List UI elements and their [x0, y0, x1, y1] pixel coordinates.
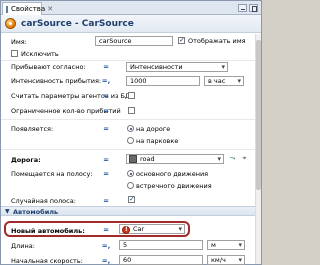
read-params-db-label: Считать параметры агентов из БД:: [11, 92, 133, 100]
appear-in-parking-label: на парковке: [136, 137, 179, 145]
object-title: carSource - CarSource: [21, 18, 134, 29]
select-road-icon[interactable]: ⌖: [240, 154, 249, 163]
length-label: Длина:: [11, 242, 35, 250]
create-road-icon[interactable]: ⤳: [228, 154, 237, 163]
properties-tab-icon: [6, 5, 8, 13]
appear-label: Появляется:: [11, 125, 54, 133]
length-unit-select[interactable]: м: [207, 240, 245, 250]
static-param-icon[interactable]: =: [101, 92, 111, 100]
static-param-icon[interactable]: =: [101, 125, 111, 133]
length-input[interactable]: 5: [119, 240, 203, 250]
vehicle-section-header[interactable]: ▼ Автомобиль: [1, 206, 261, 216]
name-label: Имя:: [11, 38, 27, 46]
arrivals-by-select[interactable]: Интенсивности: [126, 62, 228, 72]
maximize-button[interactable]: [249, 4, 258, 12]
arrivals-by-label: Прибывают согласно:: [11, 63, 86, 71]
arrival-rate-unit-select[interactable]: в час: [204, 76, 244, 86]
tab-properties[interactable]: Свойства ✕: [2, 2, 53, 15]
car-agent-icon: [122, 226, 130, 234]
show-name-checkbox[interactable]: [178, 36, 185, 44]
dynamic-param-icon[interactable]: =,: [101, 242, 111, 250]
appear-in-parking-radio[interactable]: [127, 137, 134, 144]
name-input[interactable]: carSource: [95, 36, 173, 46]
opposite-lane-label: встречного движения: [136, 182, 212, 190]
random-lane-checkbox[interactable]: [128, 195, 135, 203]
dynamic-param-icon[interactable]: =,: [101, 77, 111, 85]
random-lane-label: Случайная полоса:: [11, 197, 76, 205]
place-in-lane-label: Помещается на полосу:: [11, 170, 93, 178]
static-param-icon[interactable]: =: [101, 226, 111, 234]
collapse-arrow-icon[interactable]: ▼: [5, 208, 10, 215]
main-lane-label: основного движения: [136, 170, 209, 178]
road-label: Дорога:: [11, 156, 41, 164]
static-param-icon[interactable]: =: [101, 156, 111, 164]
arrival-rate-label: Интенсивность прибытия:: [11, 77, 102, 85]
read-params-db-checkbox[interactable]: [128, 92, 135, 99]
close-tab-icon[interactable]: ✕: [47, 5, 53, 13]
static-param-icon[interactable]: =: [101, 63, 111, 71]
tab-bar: Свойства ✕: [1, 1, 261, 15]
main-lane-radio[interactable]: [127, 170, 134, 177]
car-source-icon: [5, 18, 16, 29]
separator: [1, 149, 261, 150]
static-param-icon[interactable]: =: [101, 197, 111, 205]
exclude-label: Исключить: [21, 50, 59, 58]
show-name-label: Отображать имя: [188, 37, 246, 45]
new-car-label: Новый автомобиль:: [11, 227, 85, 235]
static-param-icon[interactable]: =: [101, 170, 111, 178]
properties-window: Свойства ✕ carSource - CarSource Имя: ca…: [0, 0, 262, 265]
initial-speed-label: Начальная скорость:: [11, 257, 83, 265]
tab-properties-label: Свойства: [11, 5, 46, 13]
static-param-icon[interactable]: =: [101, 107, 111, 115]
object-title-bar: carSource - CarSource: [1, 15, 261, 33]
minimize-button[interactable]: [238, 4, 247, 12]
initial-speed-input[interactable]: 60: [119, 255, 203, 265]
appear-on-road-label: на дороге: [136, 125, 171, 133]
separator: [1, 119, 261, 120]
separator: [1, 60, 261, 61]
vehicle-section-label: Автомобиль: [13, 208, 59, 216]
vertical-scrollbar[interactable]: [255, 34, 261, 264]
arrival-rate-input[interactable]: 1000: [126, 76, 200, 86]
opposite-lane-radio[interactable]: [127, 182, 134, 189]
road-icon: [129, 155, 137, 163]
appear-on-road-radio[interactable]: [127, 125, 134, 132]
initial-speed-unit-select[interactable]: км/ч: [207, 255, 245, 265]
dynamic-param-icon[interactable]: =,: [101, 257, 111, 265]
exclude-checkbox[interactable]: [11, 50, 18, 57]
scrollbar-thumb[interactable]: [256, 40, 261, 190]
road-select[interactable]: road: [126, 154, 224, 164]
limit-arrivals-checkbox[interactable]: [128, 107, 135, 114]
